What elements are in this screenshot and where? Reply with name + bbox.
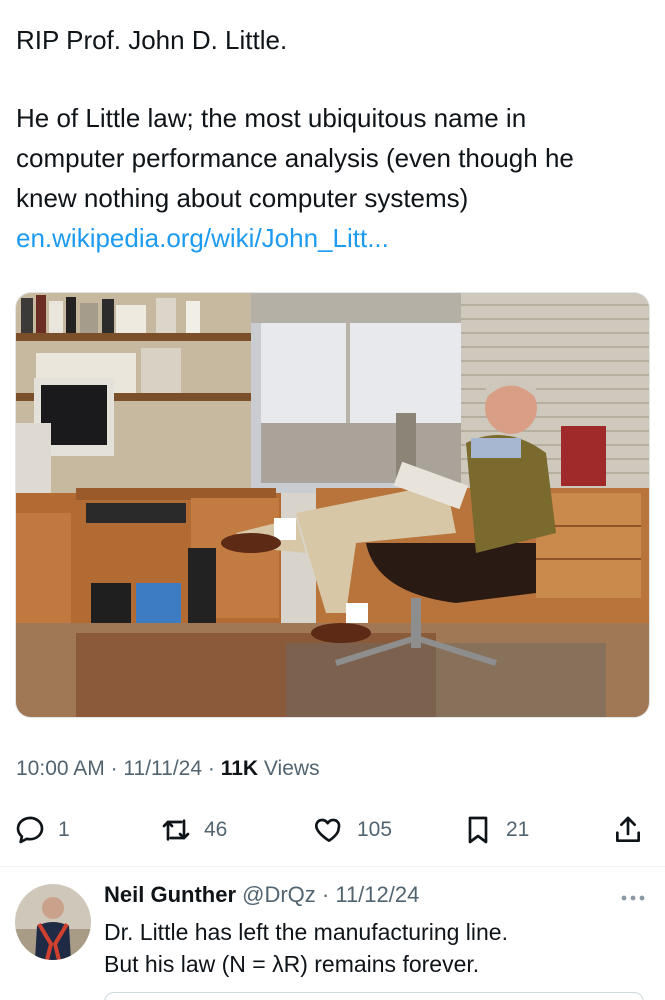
reply-count: 1	[58, 818, 70, 841]
tweet-date[interactable]: 11/11/24	[123, 757, 202, 780]
repost-count: 46	[204, 818, 228, 841]
reply-button[interactable]: 1	[14, 808, 70, 852]
tweet-time[interactable]: 10:00 AM	[16, 757, 105, 780]
reply-tweet[interactable]: Neil Gunther @DrQz · 11/12/24 Dr. Little…	[0, 868, 665, 1000]
tweet-line-3: computer performance analysis (even thou…	[16, 143, 574, 173]
reply-handle-date[interactable]: @DrQz · 11/12/24	[236, 882, 419, 907]
reply-header: Neil Gunther @DrQz · 11/12/24	[104, 882, 419, 908]
repost-arrows-icon	[162, 819, 190, 841]
avatar-image	[15, 884, 91, 960]
tweet-line-1: RIP Prof. John D. Little.	[16, 25, 288, 55]
views-count: 11K	[220, 757, 259, 780]
office-photo-illustration	[16, 293, 649, 717]
views-label: Views	[258, 757, 320, 780]
bookmark-count: 21	[506, 818, 530, 841]
bookmark-button[interactable]: 21	[462, 808, 529, 852]
reply-author-name[interactable]: Neil Gunther	[104, 882, 236, 907]
comment-bubble-icon	[16, 816, 44, 844]
share-button[interactable]	[612, 808, 644, 852]
reply-text: Dr. Little has left the manufacturing li…	[104, 916, 508, 980]
avatar[interactable]	[15, 884, 91, 960]
bookmark-icon	[468, 816, 488, 844]
wikipedia-link[interactable]: en.wikipedia.org/wiki/John_Litt...	[16, 218, 652, 258]
tweet-text: RIP Prof. John D. Little. He of Little l…	[16, 20, 652, 258]
more-button[interactable]	[619, 888, 647, 908]
reply-line-2: But his law (N = λR) remains forever.	[104, 951, 480, 977]
tweet-line-2: He of Little law; the most ubiquitous na…	[16, 103, 527, 133]
reply-line-1: Dr. Little has left the manufacturing li…	[104, 919, 508, 945]
repost-button[interactable]: 46	[160, 808, 227, 852]
embedded-card-edge[interactable]	[104, 992, 644, 1000]
divider	[0, 866, 665, 867]
tweet-meta: 10:00 AM · 11/11/24 · 11K Views	[16, 757, 320, 780]
like-count: 105	[357, 818, 393, 841]
more-dots-icon	[621, 895, 645, 901]
tweet-line-4: knew nothing about computer systems)	[16, 183, 469, 213]
share-upload-icon	[616, 816, 640, 842]
tweet-photo[interactable]	[15, 292, 650, 718]
heart-icon	[315, 818, 341, 842]
action-bar: 1 46 105 21	[0, 808, 665, 852]
like-button[interactable]: 105	[313, 808, 392, 852]
